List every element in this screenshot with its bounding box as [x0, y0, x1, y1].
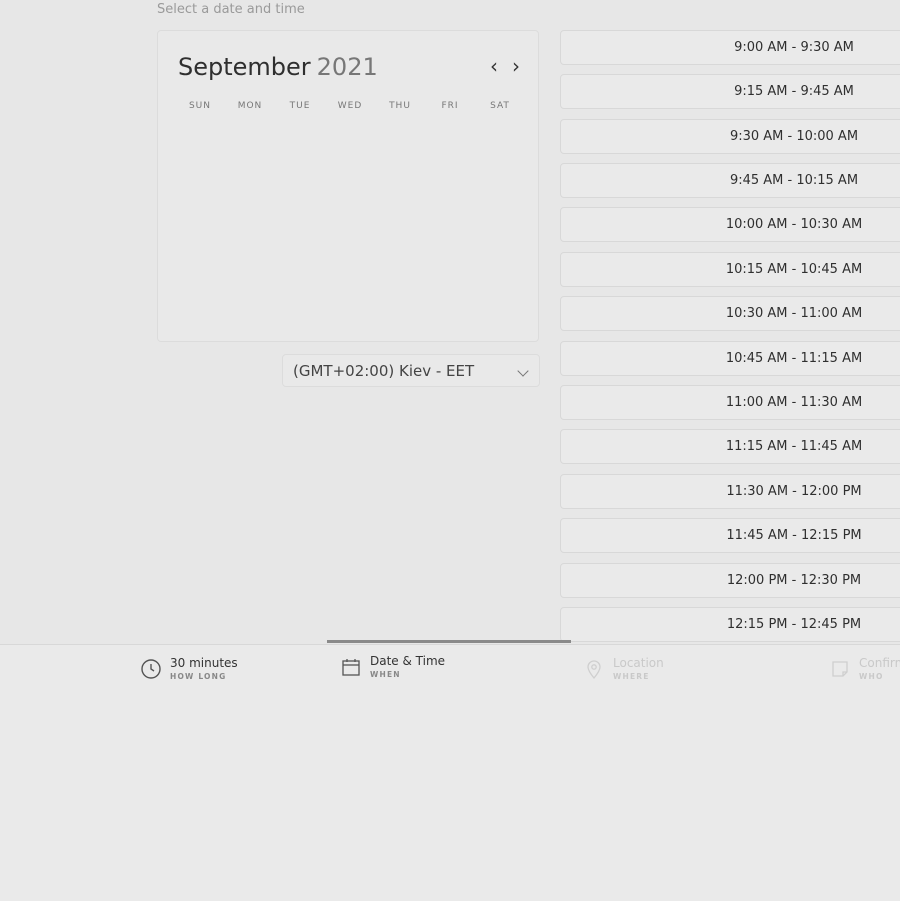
chevron-down-icon — [517, 365, 529, 377]
calendar-month-title: September 2021 — [178, 53, 378, 81]
time-slot-button[interactable]: 11:45 AM - 12:15 PM — [560, 518, 900, 553]
chevron-right-icon[interactable]: › — [506, 56, 526, 77]
weekday-label: WED — [337, 101, 363, 111]
step-sublabel: WHERE — [613, 672, 650, 681]
step-label: Confirm — [859, 656, 900, 670]
step-sublabel: WHEN — [370, 670, 401, 679]
time-slot-label: 12:15 PM - 12:45 PM — [726, 617, 862, 632]
timezone-select[interactable]: (GMT+02:00) Kiev - EET — [282, 354, 540, 387]
calendar-year: 2021 — [316, 53, 378, 81]
time-slot-button[interactable]: 12:15 PM - 12:45 PM — [560, 607, 900, 642]
clock-icon — [141, 659, 161, 679]
time-slot-label: 12:00 PM - 12:30 PM — [726, 573, 862, 588]
time-slot-button[interactable]: 11:30 AM - 12:00 PM — [560, 474, 900, 509]
location-pin-icon — [587, 660, 601, 680]
time-slot-button[interactable]: 9:00 AM - 9:30 AM — [560, 30, 900, 65]
page-subtitle: Select a date and time — [157, 2, 305, 17]
time-slot-label: 11:15 AM - 11:45 AM — [725, 439, 863, 454]
time-slot-label: 11:45 AM - 12:15 PM — [726, 528, 862, 543]
weekday-label: SAT — [490, 101, 510, 111]
time-slot-label: 11:00 AM - 11:30 AM — [725, 395, 863, 410]
calendar-month: September — [178, 53, 311, 81]
step-label: 30 minutes — [170, 656, 238, 670]
time-slot-label: 10:15 AM - 10:45 AM — [725, 262, 863, 277]
time-slot-button[interactable]: 10:45 AM - 11:15 AM — [560, 341, 900, 376]
weekday-label: MON — [237, 101, 263, 111]
weekday-label: SUN — [188, 101, 212, 111]
time-slot-label: 9:15 AM - 9:45 AM — [734, 84, 854, 99]
time-slot-label: 10:45 AM - 11:15 AM — [725, 351, 863, 366]
time-slot-button[interactable]: 9:30 AM - 10:00 AM — [560, 119, 900, 154]
time-slot-button[interactable]: 11:15 AM - 11:45 AM — [560, 429, 900, 464]
time-slot-button[interactable]: 10:00 AM - 10:30 AM — [560, 207, 900, 242]
weekday-header: SUN MON TUE WED THU FRI SAT — [180, 101, 520, 111]
time-slot-button[interactable]: 12:00 PM - 12:30 PM — [560, 563, 900, 598]
weekday-label: THU — [389, 101, 411, 111]
time-slot-button[interactable]: 11:00 AM - 11:30 AM — [560, 385, 900, 420]
step-sublabel: WHO — [859, 672, 884, 681]
time-slot-label: 9:00 AM - 9:30 AM — [734, 40, 854, 55]
time-slot-label: 9:45 AM - 10:15 AM — [729, 173, 859, 188]
weekday-label: FRI — [441, 101, 459, 111]
time-slot-label: 10:30 AM - 11:00 AM — [725, 306, 863, 321]
weekday-label: TUE — [289, 101, 311, 111]
time-slot-label: 11:30 AM - 12:00 PM — [726, 484, 862, 499]
time-slot-label: 10:00 AM - 10:30 AM — [725, 217, 863, 232]
time-slot-button[interactable]: 10:30 AM - 11:00 AM — [560, 296, 900, 331]
time-slot-button[interactable]: 9:45 AM - 10:15 AM — [560, 163, 900, 198]
chevron-left-icon[interactable]: ‹ — [484, 56, 504, 77]
booking-steps-bar — [0, 644, 900, 901]
step-sublabel: HOW LONG — [170, 672, 227, 681]
timezone-value: (GMT+02:00) Kiev - EET — [293, 362, 475, 380]
calendar-icon — [342, 659, 360, 676]
calendar-panel: September 2021 ‹ › SUN MON TUE WED THU FR… — [157, 30, 539, 342]
time-slot-button[interactable]: 9:15 AM - 9:45 AM — [560, 74, 900, 109]
time-slot-button[interactable]: 10:15 AM - 10:45 AM — [560, 252, 900, 287]
active-step-indicator — [327, 640, 571, 643]
step-label: Location — [613, 656, 664, 670]
note-icon — [832, 661, 848, 677]
step-label: Date & Time — [370, 654, 446, 668]
time-slot-label: 9:30 AM - 10:00 AM — [729, 129, 859, 144]
